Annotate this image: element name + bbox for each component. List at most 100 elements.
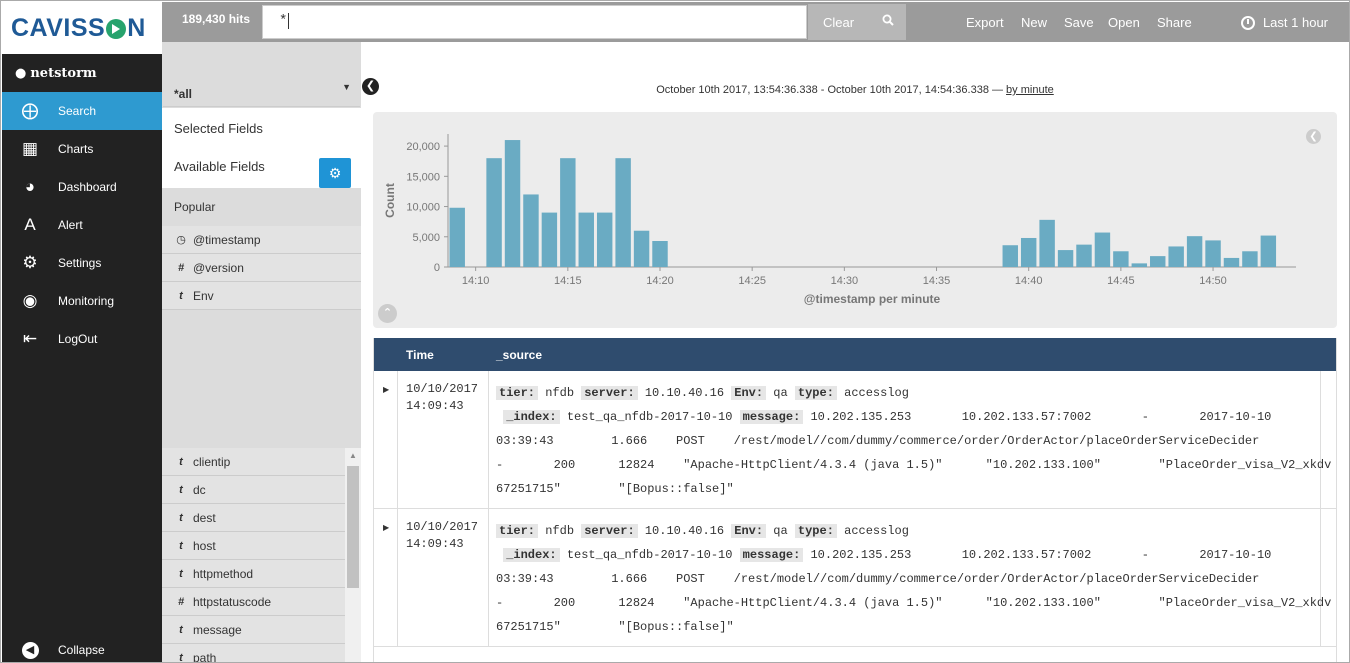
field-item[interactable]: t host xyxy=(162,532,345,560)
nav-item-logout[interactable]: ⇤ LogOut xyxy=(2,320,162,358)
time-range-picker[interactable]: Last 1 hour xyxy=(1240,15,1328,30)
new-button[interactable]: New xyxy=(1021,15,1047,30)
open-button[interactable]: Open xyxy=(1108,15,1140,30)
index-pattern-select[interactable]: *all ▼ xyxy=(163,79,360,107)
field-item[interactable]: t Env xyxy=(162,282,361,310)
index-pattern-value: *all xyxy=(174,87,193,101)
search-icon[interactable] xyxy=(882,14,894,29)
date-range-text: October 10th 2017, 13:54:36.338 - Octobe… xyxy=(656,84,1007,96)
expand-row-icon[interactable]: ▶ xyxy=(383,523,389,532)
histogram-bar xyxy=(615,158,631,267)
hits-count: 189,430 hits xyxy=(182,12,251,26)
nav-item-label: LogOut xyxy=(58,332,98,346)
row-timestamp: 10/10/2017 14:09:43 xyxy=(406,381,478,415)
field-item[interactable]: ◷ @timestamp xyxy=(162,226,361,254)
selected-fields-header: Selected Fields xyxy=(162,108,361,148)
clear-button[interactable]: Clear xyxy=(808,4,906,40)
field-list: t clientip t dc t dest t host t httpmethod # h… xyxy=(162,448,345,663)
x-tick-label: 14:30 xyxy=(831,275,859,287)
histogram-bar xyxy=(1039,219,1055,267)
field-list-scrollbar[interactable]: ▲ xyxy=(345,448,361,662)
field-item[interactable]: t dc xyxy=(162,476,345,504)
share-button[interactable]: Share xyxy=(1157,15,1192,30)
val-env: qa xyxy=(773,386,788,400)
collapse-button[interactable]: ◀ Collapse xyxy=(2,637,162,662)
nav-item-label: Alert xyxy=(58,218,83,232)
key-message: message: xyxy=(739,548,804,562)
histogram-bar xyxy=(523,194,539,267)
nav-item-alert[interactable]: A Alert xyxy=(2,206,162,244)
field-item[interactable]: t dest xyxy=(162,504,345,532)
field-item[interactable]: # @version xyxy=(162,254,361,282)
histogram-bar xyxy=(1076,244,1092,267)
val-type: accesslog xyxy=(844,524,909,538)
nav-item-settings[interactable]: ⚙ Settings xyxy=(2,244,162,282)
histogram-bar xyxy=(1150,256,1166,267)
field-name: @version xyxy=(193,260,244,275)
fields-sidebar: *all ▼ Selected Fields Available Fields … xyxy=(162,42,361,663)
table-row: ▶ 10/10/2017 14:09:43 tier: nfdb server:… xyxy=(374,371,1336,509)
val-server: 10.10.40.16 xyxy=(644,524,725,538)
histogram-bar xyxy=(596,212,613,267)
nav-item-dashboard[interactable]: ◕ Dashboard xyxy=(2,168,162,206)
row-source: tier: nfdb server: 10.10.40.16 Env: qa t… xyxy=(496,381,1331,501)
compass-icon: ⨁ xyxy=(21,101,39,120)
key-server: server: xyxy=(581,386,638,400)
field-item[interactable]: t httpmethod xyxy=(162,560,345,588)
clear-label: Clear xyxy=(823,14,855,30)
logo-area: CAVISS N xyxy=(2,2,162,54)
collapse-icon: ◀ xyxy=(2,641,58,659)
key-index: _index: xyxy=(503,410,560,424)
expand-row-icon[interactable]: ▶ xyxy=(383,385,389,394)
alert-icon: A xyxy=(24,215,36,234)
x-tick-label: 14:45 xyxy=(1107,275,1135,287)
val-index: test_qa_nfdb-2017-10-10 xyxy=(566,410,733,424)
logout-icon: ⇤ xyxy=(22,329,38,348)
string-type-icon: t xyxy=(179,483,183,496)
key-env: Env: xyxy=(731,386,767,400)
nav-item-charts[interactable]: ▦ Charts xyxy=(2,130,162,168)
column-header-time[interactable]: Time xyxy=(406,348,434,362)
interval-link[interactable]: by minute xyxy=(1006,84,1054,96)
chart-back-icon[interactable]: ❮ xyxy=(1306,129,1321,144)
string-type-icon: t xyxy=(179,455,183,468)
search-input[interactable]: * xyxy=(262,5,807,39)
string-type-icon: t xyxy=(179,651,183,663)
date-range-display: October 10th 2017, 13:54:36.338 - Octobe… xyxy=(373,84,1337,96)
histogram-bar xyxy=(1242,251,1258,267)
val-server: 10.10.40.16 xyxy=(644,386,725,400)
field-item[interactable]: # httpstatuscode xyxy=(162,588,345,616)
string-type-icon: t xyxy=(179,623,183,636)
histogram-bar xyxy=(1260,235,1277,267)
field-settings-button[interactable]: ⚙ xyxy=(319,158,351,188)
y-tick-label: 5,000 xyxy=(412,232,440,244)
field-item[interactable]: t clientip xyxy=(162,448,345,476)
string-type-icon: t xyxy=(179,567,183,580)
field-name: dest xyxy=(193,510,216,525)
nav-item-search[interactable]: ⨁ Search xyxy=(2,92,162,130)
field-name: host xyxy=(193,538,216,553)
scroll-up-icon[interactable]: ▲ xyxy=(349,451,357,460)
logo-o-icon xyxy=(106,19,127,39)
save-button[interactable]: Save xyxy=(1064,15,1094,30)
x-axis-label: @timestamp per minute xyxy=(804,292,941,306)
val-tier: nfdb xyxy=(545,386,575,400)
x-tick-label: 14:50 xyxy=(1199,275,1227,287)
y-axis-label: Count xyxy=(383,183,397,218)
field-item[interactable]: t path xyxy=(162,644,345,663)
field-item[interactable]: t message xyxy=(162,616,345,644)
key-type: type: xyxy=(794,386,837,400)
key-env: Env: xyxy=(731,524,767,538)
scrollbar-thumb[interactable] xyxy=(347,466,359,588)
histogram-bar xyxy=(1131,263,1148,267)
chart-collapse-icon[interactable]: ⌃ xyxy=(378,304,397,323)
app-window: CAVISS N ● netstorm ⨁ Search ▦ Charts ◕ D… xyxy=(0,0,1350,663)
row-time: 14:09:43 xyxy=(406,399,464,413)
export-button[interactable]: Export xyxy=(966,15,1004,30)
y-tick-label: 0 xyxy=(434,262,440,274)
y-tick-label: 10,000 xyxy=(406,202,440,214)
histogram-bar xyxy=(541,212,558,267)
nav-item-monitoring[interactable]: ◉ Monitoring xyxy=(2,282,162,320)
histogram-bar xyxy=(1020,237,1037,267)
x-tick-label: 14:40 xyxy=(1015,275,1043,287)
